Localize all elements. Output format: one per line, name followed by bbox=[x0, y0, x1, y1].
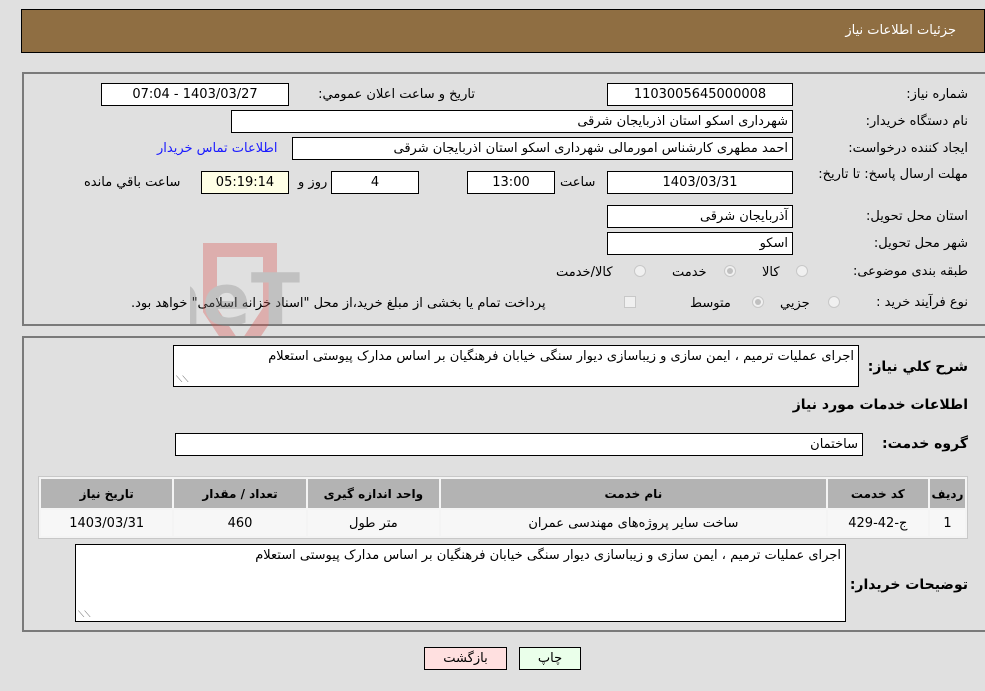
cell-service-name: ساخت سایر پروژه‌های مهندسی عمران bbox=[441, 510, 826, 536]
page-header: جزئیات اطلاعات نیاز bbox=[21, 9, 985, 53]
announce-datetime-label: تاریخ و ساعت اعلان عمومي: bbox=[318, 87, 475, 102]
deadline-label: مهلت ارسال پاسخ: تا تاريخ: bbox=[818, 167, 968, 182]
service-group-label: گروه خدمت: bbox=[882, 436, 968, 452]
category-service-label: خدمت bbox=[672, 265, 707, 280]
buyer-notes-textarea[interactable]: اجرای عملیات ترمیم ، ایمن سازی و زیباساز… bbox=[75, 544, 846, 622]
cell-service-code: ج-42-429 bbox=[827, 510, 928, 536]
cell-row-number: 1 bbox=[929, 510, 965, 536]
resize-grip-icon[interactable]: ⟋⟋ bbox=[176, 375, 189, 385]
category-service-radio[interactable] bbox=[724, 265, 736, 277]
delivery-city-field: اسکو bbox=[607, 232, 793, 255]
deadline-date-field: 1403/03/31 bbox=[607, 171, 793, 194]
col-quantity: تعداد / مقدار bbox=[174, 479, 306, 508]
buyer-notes-text: اجرای عملیات ترمیم ، ایمن سازی و زیباساز… bbox=[255, 548, 841, 563]
cell-need-date: 1403/03/31 bbox=[41, 510, 173, 536]
col-need-date: تاريخ نياز bbox=[41, 479, 173, 508]
requester-field: احمد مطهری کارشناس امورمالی شهرداری اسکو… bbox=[292, 137, 793, 160]
remaining-time-field: 05:19:14 bbox=[201, 171, 289, 194]
need-number-label: شماره نیاز: bbox=[906, 87, 968, 102]
table-row: 1 ج-42-429 ساخت سایر پروژه‌های مهندسی عم… bbox=[41, 510, 965, 536]
description-text: اجرای عملیات ترمیم ، ایمن سازی و زیباساز… bbox=[268, 349, 854, 364]
days-label: روز و bbox=[298, 175, 328, 190]
back-button[interactable]: بازگشت bbox=[424, 647, 507, 670]
description-textarea[interactable]: اجرای عملیات ترمیم ، ایمن سازی و زیباساز… bbox=[173, 345, 859, 387]
col-row-number: رديف bbox=[929, 479, 965, 508]
purchase-medium-radio[interactable] bbox=[752, 296, 764, 308]
page-title: جزئیات اطلاعات نیاز bbox=[845, 23, 956, 38]
resize-grip-icon[interactable]: ⟋⟋ bbox=[78, 610, 91, 620]
purchase-minor-label: جزيي bbox=[780, 296, 810, 311]
category-label: طبقه بندی موضوعی: bbox=[852, 264, 968, 279]
remaining-days-field: 4 bbox=[331, 171, 419, 194]
cell-unit: متر طول bbox=[307, 510, 440, 536]
description-label: شرح کلي نياز: bbox=[867, 359, 968, 375]
deadline-time-label: ساعت bbox=[560, 175, 596, 190]
treasury-note: پرداخت تمام يا بخشی از مبلغ خريد،از محل … bbox=[131, 296, 546, 311]
cell-quantity: 460 bbox=[174, 510, 306, 536]
announce-datetime-field: 1403/03/27 - 07:04 bbox=[101, 83, 289, 106]
print-button[interactable]: چاپ bbox=[519, 647, 581, 670]
buyer-org-label: نام دستگاه خريدار: bbox=[865, 114, 968, 129]
buyer-notes-label: توضيحات خريدار: bbox=[849, 577, 968, 593]
category-goods-radio[interactable] bbox=[796, 265, 808, 277]
delivery-province-label: استان محل تحويل: bbox=[866, 209, 968, 224]
category-goods-service-radio[interactable] bbox=[634, 265, 646, 277]
table-header-row: رديف کد خدمت نام خدمت واحد اندازه گيری ت… bbox=[41, 479, 965, 508]
purchase-minor-radio[interactable] bbox=[828, 296, 840, 308]
services-table-wrap: رديف کد خدمت نام خدمت واحد اندازه گيری ت… bbox=[38, 476, 968, 539]
deadline-time-field: 13:00 bbox=[467, 171, 555, 194]
category-goods-service-label: کالا/خدمت bbox=[556, 265, 613, 280]
service-group-field: ساختمان bbox=[175, 433, 863, 456]
delivery-city-label: شهر محل تحويل: bbox=[873, 236, 968, 251]
col-service-code: کد خدمت bbox=[827, 479, 928, 508]
treasury-checkbox[interactable] bbox=[624, 296, 636, 308]
need-number-field: 1103005645000008 bbox=[607, 83, 793, 106]
remaining-time-label: ساعت باقي مانده bbox=[84, 175, 181, 190]
col-unit: واحد اندازه گيری bbox=[307, 479, 440, 508]
buyer-org-field: شهرداری اسکو استان اذربایجان شرقی bbox=[231, 110, 793, 133]
services-section-title: اطلاعات خدمات مورد نياز bbox=[792, 397, 968, 413]
purchase-medium-label: متوسط bbox=[690, 296, 731, 311]
services-table: رديف کد خدمت نام خدمت واحد اندازه گيری ت… bbox=[38, 476, 968, 539]
requester-label: ايجاد کننده درخواست: bbox=[848, 141, 968, 156]
category-goods-label: کالا bbox=[762, 265, 780, 280]
purchase-type-label: نوع فرآيند خريد : bbox=[876, 295, 968, 310]
delivery-province-field: آذربایجان شرقی bbox=[607, 205, 793, 228]
col-service-name: نام خدمت bbox=[441, 479, 826, 508]
buyer-contact-link[interactable]: اطلاعات تماس خريدار bbox=[157, 141, 277, 156]
